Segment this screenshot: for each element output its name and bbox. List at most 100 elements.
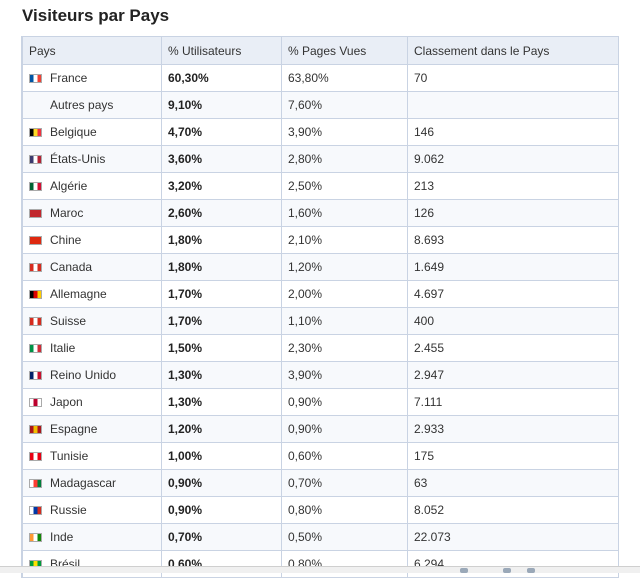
country-rank-cell: 2.933: [407, 415, 619, 443]
country-name[interactable]: Italie: [50, 341, 75, 355]
users-percent-cell: 60,30%: [161, 64, 282, 92]
users-percent-cell: 1,70%: [161, 307, 282, 335]
country-rank-cell: 175: [407, 442, 619, 470]
country-rank-cell: 2.455: [407, 334, 619, 362]
country-name[interactable]: Madagascar: [50, 476, 116, 490]
country-rank-cell: 22.073: [407, 523, 619, 551]
country-cell: Chine: [22, 226, 162, 254]
country-cell: Suisse: [22, 307, 162, 335]
country-cell: Japon: [22, 388, 162, 416]
pageviews-percent-cell: 0,60%: [281, 442, 408, 470]
pageviews-percent-cell: 1,60%: [281, 199, 408, 227]
table-row: Allemagne 1,70% 2,00% 4.697: [22, 280, 619, 308]
page-title: Visiteurs par Pays: [22, 6, 170, 25]
header-pageviews-percent[interactable]: % Pages Vues: [281, 36, 408, 65]
country-name[interactable]: Autres pays: [50, 98, 113, 112]
table-row: Autres pays 9,10% 7,60%: [22, 91, 619, 119]
country-cell: Reino Unido: [22, 361, 162, 389]
pageviews-percent-cell: 1,10%: [281, 307, 408, 335]
country-name[interactable]: Canada: [50, 260, 92, 274]
country-name[interactable]: Chine: [50, 233, 81, 247]
country-rank-cell: 8.693: [407, 226, 619, 254]
table-row: États-Unis 3,60% 2,80% 9.062: [22, 145, 619, 173]
country-rank-cell: 2.947: [407, 361, 619, 389]
pageviews-percent-cell: 0,50%: [281, 523, 408, 551]
country-cell: Espagne: [22, 415, 162, 443]
pageviews-percent-cell: 2,50%: [281, 172, 408, 200]
country-name[interactable]: États-Unis: [50, 152, 105, 166]
pageviews-percent-cell: 2,00%: [281, 280, 408, 308]
country-name[interactable]: Belgique: [50, 125, 97, 139]
country-rank-cell: 1.649: [407, 253, 619, 281]
users-percent-cell: 4,70%: [161, 118, 282, 146]
table-row: Inde 0,70% 0,50% 22.073: [22, 523, 619, 551]
table-row: Espagne 1,20% 0,90% 2.933: [22, 415, 619, 443]
status-security-icon: [527, 568, 535, 573]
russia-flag-icon: [29, 506, 42, 515]
pageviews-percent-cell: 63,80%: [281, 64, 408, 92]
country-name[interactable]: Allemagne: [50, 287, 107, 301]
table-row: Japon 1,30% 0,90% 7.111: [22, 388, 619, 416]
pageviews-percent-cell: 1,20%: [281, 253, 408, 281]
table-row: Reino Unido 1,30% 3,90% 2.947: [22, 361, 619, 389]
users-percent-cell: 3,20%: [161, 172, 282, 200]
status-page-icon: [503, 568, 511, 573]
country-rank-cell: 8.052: [407, 496, 619, 524]
country-name[interactable]: Russie: [50, 503, 87, 517]
users-percent-cell: 3,60%: [161, 145, 282, 173]
users-percent-cell: 9,10%: [161, 91, 282, 119]
country-name[interactable]: Tunisie: [50, 449, 88, 463]
pageviews-percent-cell: 0,90%: [281, 388, 408, 416]
country-name[interactable]: Espagne: [50, 422, 97, 436]
visitors-by-country-table: Pays % Utilisateurs % Pages Vues Classem…: [22, 36, 619, 578]
country-cell: Madagascar: [22, 469, 162, 497]
header-users-percent[interactable]: % Utilisateurs: [161, 36, 282, 65]
users-percent-cell: 0,70%: [161, 523, 282, 551]
header-country[interactable]: Pays: [22, 36, 162, 65]
pageviews-percent-cell: 0,80%: [281, 496, 408, 524]
users-percent-cell: 1,00%: [161, 442, 282, 470]
country-name[interactable]: Japon: [50, 395, 83, 409]
country-rank-cell: 213: [407, 172, 619, 200]
country-cell: Algérie: [22, 172, 162, 200]
visitors-table-container: Pays % Utilisateurs % Pages Vues Classem…: [21, 36, 619, 578]
country-rank-cell: 146: [407, 118, 619, 146]
country-cell: Italie: [22, 334, 162, 362]
usa-flag-icon: [29, 155, 42, 164]
country-rank-cell: 9.062: [407, 145, 619, 173]
users-percent-cell: 1,70%: [161, 280, 282, 308]
users-percent-cell: 1,80%: [161, 226, 282, 254]
users-percent-cell: 1,20%: [161, 415, 282, 443]
users-percent-cell: 0,90%: [161, 469, 282, 497]
country-name[interactable]: Algérie: [50, 179, 87, 193]
madagascar-flag-icon: [29, 479, 42, 488]
pageviews-percent-cell: 7,60%: [281, 91, 408, 119]
country-name[interactable]: Inde: [50, 530, 73, 544]
country-cell: Autres pays: [22, 91, 162, 119]
table-row: Chine 1,80% 2,10% 8.693: [22, 226, 619, 254]
country-rank-cell: 126: [407, 199, 619, 227]
france-flag-icon: [29, 74, 42, 83]
table-row: Russie 0,90% 0,80% 8.052: [22, 496, 619, 524]
country-name[interactable]: Reino Unido: [50, 368, 116, 382]
china-flag-icon: [29, 236, 42, 245]
tunisia-flag-icon: [29, 452, 42, 461]
pageviews-percent-cell: 2,10%: [281, 226, 408, 254]
country-name[interactable]: Suisse: [50, 314, 86, 328]
pageviews-percent-cell: 3,90%: [281, 118, 408, 146]
germany-flag-icon: [29, 290, 42, 299]
country-rank-cell: 400: [407, 307, 619, 335]
table-row: Madagascar 0,90% 0,70% 63: [22, 469, 619, 497]
country-rank-cell: 63: [407, 469, 619, 497]
country-name[interactable]: Maroc: [50, 206, 83, 220]
users-percent-cell: 0,90%: [161, 496, 282, 524]
table-row: Suisse 1,70% 1,10% 400: [22, 307, 619, 335]
users-percent-cell: 1,50%: [161, 334, 282, 362]
header-country-rank[interactable]: Classement dans le Pays: [407, 36, 619, 65]
italy-flag-icon: [29, 344, 42, 353]
country-name[interactable]: France: [50, 71, 87, 85]
switzerland-flag-icon: [29, 317, 42, 326]
pageviews-percent-cell: 2,30%: [281, 334, 408, 362]
table-row: Algérie 3,20% 2,50% 213: [22, 172, 619, 200]
japan-flag-icon: [29, 398, 42, 407]
